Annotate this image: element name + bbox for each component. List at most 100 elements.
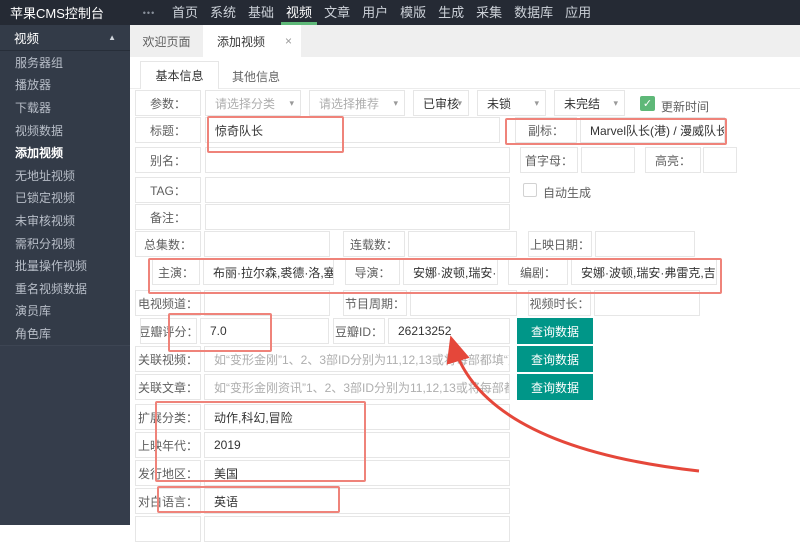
menu-database[interactable]: 数据库 [508, 0, 559, 25]
serial-label: 连载数： [343, 231, 405, 257]
writer-input[interactable]: 安娜·波顿,瑞安·弗雷克,吉内瓦 [571, 259, 717, 285]
serial-input[interactable] [408, 231, 517, 257]
sidebar-item-batch-video[interactable]: 批量操作视频 [0, 254, 130, 277]
remarks-input[interactable] [205, 204, 510, 230]
duration-label: 视频时长： [528, 290, 591, 316]
sidebar-item-downloader[interactable]: 下载器 [0, 96, 130, 119]
category-select[interactable]: 请选择分类 ▾ [205, 90, 301, 116]
year-label: 上映年代： [135, 432, 201, 458]
menu-video[interactable]: 视频 [280, 0, 318, 25]
sidebar-item-points-video[interactable]: 需积分视频 [0, 232, 130, 255]
menu-collect[interactable]: 采集 [470, 0, 508, 25]
auto-generate-checkbox[interactable] [523, 183, 537, 197]
starring-input[interactable]: 布丽·拉尔森,裘德·洛,塞缪尔·杰 [203, 259, 334, 285]
sidebar-item-duplicate-video[interactable]: 重名视频数据 [0, 277, 130, 300]
related-video-input[interactable]: 如“变形金刚”1、2、3部ID分别为11,12,13或将每部都填“变形金刚” [204, 346, 510, 372]
subtitle-input[interactable]: Marvel队长(港) / 漫威队长 / [580, 117, 725, 143]
alias-input[interactable] [205, 147, 510, 173]
chevron-down-icon: ▾ [393, 98, 398, 109]
menu-home[interactable]: 首页 [166, 0, 204, 25]
episodes-label: 总集数： [135, 231, 201, 257]
initial-input[interactable] [581, 147, 635, 173]
sidebar: 视频 ▲ 服务器组 播放器 下载器 视频数据 添加视频 无地址视频 已锁定视频 … [0, 25, 130, 525]
sidebar-item-role-library[interactable]: 角色库 [0, 322, 130, 345]
release-date-input[interactable] [595, 231, 695, 257]
writer-label: 编剧： [508, 259, 568, 285]
sidebar-item-unreviewed-video[interactable]: 未审核视频 [0, 209, 130, 232]
menu-article[interactable]: 文章 [318, 0, 356, 25]
menu-generate[interactable]: 生成 [432, 0, 470, 25]
initial-label: 首字母： [520, 147, 578, 173]
partial-row-input[interactable] [204, 516, 510, 542]
lock-select-value: 未锁 [487, 95, 511, 112]
tab-strip: 欢迎页面 添加视频 × [130, 25, 800, 57]
chevron-down-icon: ▾ [289, 98, 294, 109]
region-input[interactable]: 美国 [204, 460, 510, 486]
ext-category-input[interactable]: 动作,科幻,冒险 [204, 404, 510, 430]
tab-welcome-page[interactable]: 欢迎页面 [130, 25, 203, 57]
sidebar-item-actor-library[interactable]: 演员库 [0, 300, 130, 323]
region-label: 发行地区： [135, 460, 201, 486]
douban-id-label: 豆瓣ID： [333, 318, 385, 344]
query-related-video-button[interactable]: 查询数据 [517, 346, 593, 372]
menu-basic[interactable]: 基础 [242, 0, 280, 25]
title-input[interactable]: 惊奇队长 [205, 117, 500, 143]
alias-label: 别名： [135, 147, 201, 173]
menu-app[interactable]: 应用 [559, 0, 597, 25]
highlight-input[interactable] [703, 147, 737, 173]
chevron-down-icon: ▾ [534, 98, 539, 109]
auto-generate-label: 自动生成 [543, 184, 591, 201]
sidebar-item-locked-video[interactable]: 已锁定视频 [0, 187, 130, 210]
tv-channel-label: 电视频道： [135, 290, 201, 316]
menu-template[interactable]: 模版 [394, 0, 432, 25]
audit-select-value: 已审核 [423, 95, 459, 112]
form-tab-divider [130, 88, 800, 89]
sidebar-group-video[interactable]: 视频 ▲ [0, 25, 130, 51]
query-douban-button[interactable]: 查询数据 [517, 318, 593, 344]
tab-add-video-label: 添加视频 [217, 33, 265, 50]
year-input[interactable]: 2019 [204, 432, 510, 458]
sidebar-filler [0, 345, 130, 525]
related-article-label: 关联文章： [135, 374, 201, 400]
remarks-label: 备注： [135, 204, 201, 230]
sidebar-item-video-data[interactable]: 视频数据 [0, 119, 130, 142]
program-period-input[interactable] [410, 290, 517, 316]
sidebar-item-server-group[interactable]: 服务器组 [0, 51, 130, 74]
finish-select-value: 未完结 [564, 95, 600, 112]
related-video-placeholder: 如“变形金刚”1、2、3部ID分别为11,12,13或将每部都填“变形金刚” [214, 351, 510, 368]
related-article-input[interactable]: 如“变形金刚资讯”1、2、3部ID分别为11,12,13或将每部都填“变形金刚资… [204, 374, 510, 400]
tv-channel-input[interactable] [204, 290, 330, 316]
tab-basic-info[interactable]: 基本信息 [140, 61, 219, 89]
tab-other-info[interactable]: 其他信息 [232, 68, 280, 85]
audit-select[interactable]: 已审核 ▾ [413, 90, 469, 116]
check-icon: ✓ [643, 97, 652, 110]
episodes-input[interactable] [204, 231, 330, 257]
collapse-up-icon: ▲ [108, 33, 116, 42]
menu-dots-icon[interactable]: ••• [132, 8, 166, 18]
sidebar-item-player[interactable]: 播放器 [0, 74, 130, 97]
tab-add-video[interactable]: 添加视频 × [203, 25, 301, 57]
chevron-down-icon: ▾ [457, 98, 462, 109]
menu-system[interactable]: 系统 [204, 0, 242, 25]
sidebar-item-no-address-video[interactable]: 无地址视频 [0, 164, 130, 187]
language-input[interactable]: 英语 [204, 488, 510, 514]
douban-id-input[interactable]: 26213252 [388, 318, 510, 344]
douban-score-label: 豆瓣评分： [140, 318, 197, 344]
params-label: 参数： [135, 90, 201, 116]
menu-user[interactable]: 用户 [356, 0, 394, 25]
sidebar-item-add-video[interactable]: 添加视频 [0, 141, 130, 164]
recommend-select[interactable]: 请选择推荐 ▾ [309, 90, 405, 116]
query-related-article-button[interactable]: 查询数据 [517, 374, 593, 400]
recommend-select-value: 请选择推荐 [319, 95, 379, 112]
director-input[interactable]: 安娜·波顿,瑞安·弗雷克 [403, 259, 498, 285]
finish-select[interactable]: 未完结 ▾ [554, 90, 625, 116]
close-icon[interactable]: × [277, 34, 292, 48]
douban-score-input[interactable]: 7.0 [200, 318, 329, 344]
tag-input[interactable] [205, 177, 510, 203]
lock-select[interactable]: 未锁 ▾ [477, 90, 546, 116]
duration-input[interactable] [594, 290, 700, 316]
tag-label: TAG： [135, 177, 201, 203]
update-time-checkbox[interactable]: ✓ [640, 96, 655, 111]
sidebar-group-label: 视频 [14, 28, 39, 47]
highlight-label: 高亮： [645, 147, 701, 173]
